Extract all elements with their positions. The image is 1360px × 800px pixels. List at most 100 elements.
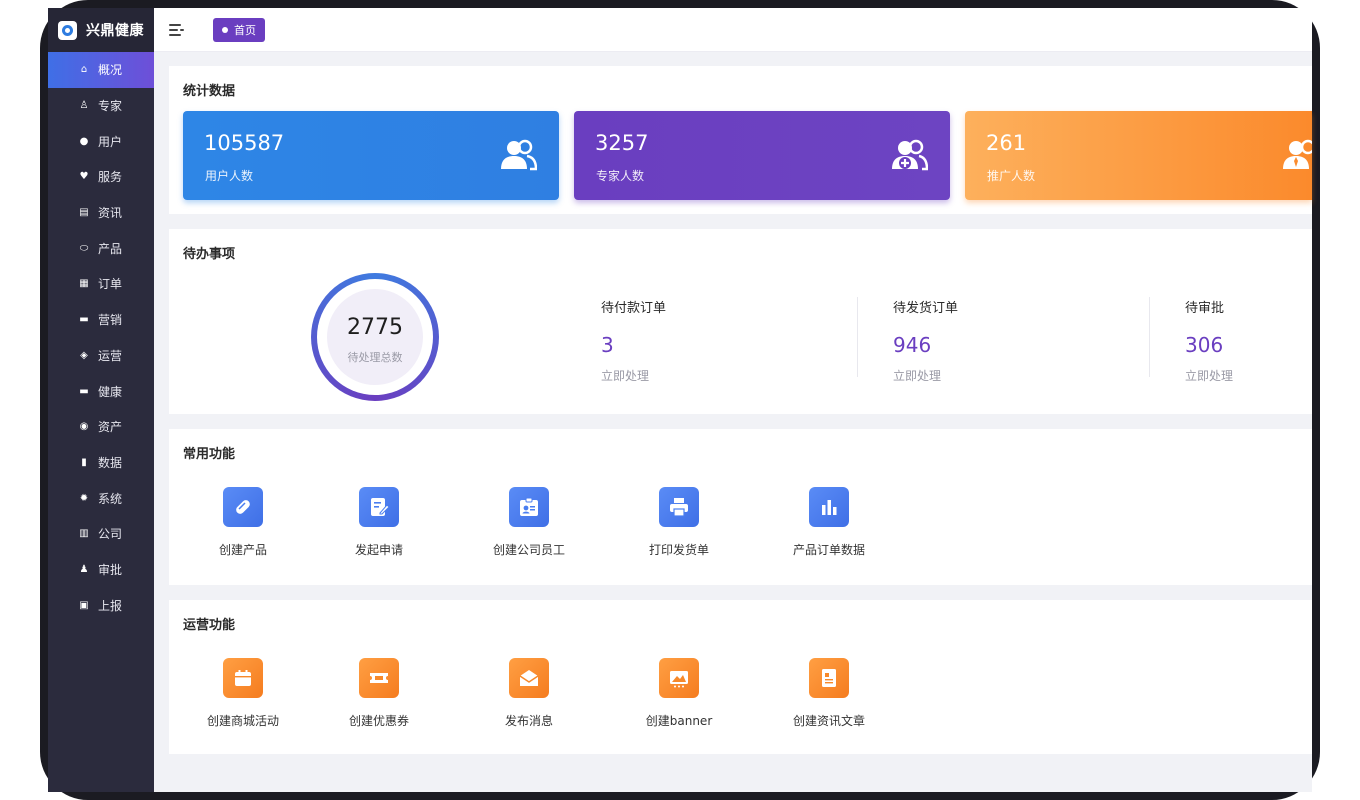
common-title: 常用功能 xyxy=(183,447,236,462)
todo-item-value: 946 xyxy=(893,333,932,357)
sidebar-item-label: 公司 xyxy=(98,527,123,542)
sidebar-item-label: 健康 xyxy=(98,384,123,399)
stat-card-users[interactable]: 105587 用户人数 xyxy=(183,111,559,200)
sidebar-item-news[interactable]: ▤ 资讯 xyxy=(48,195,154,231)
users-icon xyxy=(501,139,537,171)
sidebar-item-report[interactable]: ▣ 上报 xyxy=(48,587,154,623)
todo-total-label: 待处理总数 xyxy=(347,351,403,364)
stat-experts-value: 3257 xyxy=(595,131,649,155)
sidebar-item-products[interactable]: ⬭ 产品 xyxy=(48,230,154,266)
sidebar-item-label: 数据 xyxy=(98,455,123,470)
todo-item-title: 待发货订单 xyxy=(893,301,959,316)
heart-plus-icon: ♥ xyxy=(79,171,89,183)
health-icon: ▬ xyxy=(79,385,89,397)
sidebar-item-label: 营销 xyxy=(98,313,123,328)
brand-name: 兴鼎健康 xyxy=(86,23,144,39)
func-label: 打印发货单 xyxy=(648,543,709,557)
sidebar-item-assets[interactable]: ◉ 资产 xyxy=(48,409,154,445)
todo-item-title: 待审批 xyxy=(1185,301,1225,316)
order-data-button[interactable]: 产品订单数据 xyxy=(769,487,889,558)
create-banner-button[interactable]: 创建banner xyxy=(619,658,739,729)
publish-message-button[interactable]: 发布消息 xyxy=(469,658,589,729)
ticket-icon xyxy=(359,658,399,698)
tab-home[interactable]: 首页 xyxy=(213,17,265,42)
brand[interactable]: 兴鼎健康 xyxy=(48,8,154,52)
divider xyxy=(857,297,858,377)
stat-card-experts[interactable]: 3257 专家人数 xyxy=(574,111,950,200)
todo-pending-payment: 待付款订单 3 立即处理 xyxy=(601,297,666,384)
submit-application-button[interactable]: 发起申请 xyxy=(319,487,439,558)
bar-chart-icon xyxy=(809,487,849,527)
create-coupon-button[interactable]: 创建优惠券 xyxy=(319,658,439,729)
menu-toggle-icon[interactable] xyxy=(169,23,185,36)
promoter-icon xyxy=(1283,139,1312,169)
news-icon: ▤ xyxy=(79,207,89,219)
sidebar-nav: ⌂ 概况 ♙ 专家 ● 用户 ♥ 服务 ▤ 资讯 ⬭ 产品 ▦ 订单 ▬ 营销 ◈ 运营 ▬ 健康 … xyxy=(48,52,154,623)
id-badge-icon xyxy=(509,487,549,527)
stat-users-label: 用户人数 xyxy=(205,169,254,183)
edit-form-icon xyxy=(359,487,399,527)
shield-icon: ◈ xyxy=(80,349,88,361)
operation-functions-panel: 运营功能 创建商城活动 创建优惠券 发布消息 创建banner 创建资讯文章 xyxy=(169,600,1312,754)
sidebar-item-experts[interactable]: ♙ 专家 xyxy=(48,88,154,124)
create-product-button[interactable]: 创建产品 xyxy=(183,487,303,558)
sidebar-item-company[interactable]: ▥ 公司 xyxy=(48,516,154,552)
sidebar-item-label: 系统 xyxy=(98,491,123,506)
sidebar-item-data[interactable]: ▮ 数据 xyxy=(48,445,154,481)
sidebar-item-services[interactable]: ♥ 服务 xyxy=(48,159,154,195)
gear-icon: ✹ xyxy=(79,492,89,504)
todo-item-link[interactable]: 立即处理 xyxy=(601,367,666,384)
sidebar-item-approval[interactable]: ♟ 审批 xyxy=(48,552,154,588)
envelope-icon xyxy=(509,658,549,698)
stat-promoters-label: 推广人数 xyxy=(987,169,1036,183)
sidebar-item-health[interactable]: ▬ 健康 xyxy=(48,373,154,409)
brand-logo-icon xyxy=(58,20,77,40)
sidebar-item-orders[interactable]: ▦ 订单 xyxy=(48,266,154,302)
sidebar-item-system[interactable]: ✹ 系统 xyxy=(48,480,154,516)
func-label: 创建banner xyxy=(645,714,713,728)
sidebar-item-label: 服务 xyxy=(98,170,123,185)
sidebar-item-users[interactable]: ● 用户 xyxy=(48,123,154,159)
sidebar-item-label: 资产 xyxy=(98,420,123,435)
pill-icon xyxy=(223,487,263,527)
func-label: 创建商城活动 xyxy=(206,714,279,728)
chart-icon: ▮ xyxy=(81,456,87,468)
dot-icon xyxy=(222,26,228,33)
home-icon: ⌂ xyxy=(80,64,88,76)
stat-card-promoters[interactable]: 261 推广人数 xyxy=(965,111,1312,200)
func-label: 创建资讯文章 xyxy=(792,714,865,728)
func-label: 发布消息 xyxy=(504,714,553,728)
topbar: 首页 xyxy=(154,8,1312,52)
sidebar-item-overview[interactable]: ⌂ 概况 xyxy=(48,52,154,88)
stat-experts-label: 专家人数 xyxy=(596,169,645,183)
func-label: 产品订单数据 xyxy=(792,543,865,557)
create-mall-activity-button[interactable]: 创建商城活动 xyxy=(183,658,303,729)
marketing-icon: ▬ xyxy=(79,314,89,326)
todo-item-link[interactable]: 立即处理 xyxy=(1185,367,1233,384)
expert-icon: ♙ xyxy=(79,100,89,112)
sidebar-item-label: 订单 xyxy=(98,277,123,292)
tab-home-label: 首页 xyxy=(234,23,256,37)
todo-item-value: 3 xyxy=(601,333,614,357)
sidebar-item-label: 审批 xyxy=(98,562,123,577)
func-label: 创建公司员工 xyxy=(492,543,565,557)
todo-item-value: 306 xyxy=(1185,333,1224,357)
sidebar-item-label: 运营 xyxy=(98,348,123,363)
create-employee-button[interactable]: 创建公司员工 xyxy=(469,487,589,558)
sidebar-item-label: 产品 xyxy=(98,241,123,256)
todo-item-link[interactable]: 立即处理 xyxy=(893,367,958,384)
operations-title: 运营功能 xyxy=(183,618,236,633)
sidebar-item-operations[interactable]: ◈ 运营 xyxy=(48,338,154,374)
func-label: 发起申请 xyxy=(354,543,403,557)
printer-icon xyxy=(659,487,699,527)
create-article-button[interactable]: 创建资讯文章 xyxy=(769,658,889,729)
todo-total-value: 2775 xyxy=(347,315,403,340)
order-icon: ▦ xyxy=(79,278,89,290)
image-icon xyxy=(659,658,699,698)
sidebar-item-marketing[interactable]: ▬ 营销 xyxy=(48,302,154,338)
sidebar-item-label: 上报 xyxy=(98,598,123,613)
calendar-icon xyxy=(223,658,263,698)
todo-title: 待办事项 xyxy=(183,247,236,262)
divider xyxy=(1149,297,1150,377)
print-shipping-button[interactable]: 打印发货单 xyxy=(619,487,739,558)
